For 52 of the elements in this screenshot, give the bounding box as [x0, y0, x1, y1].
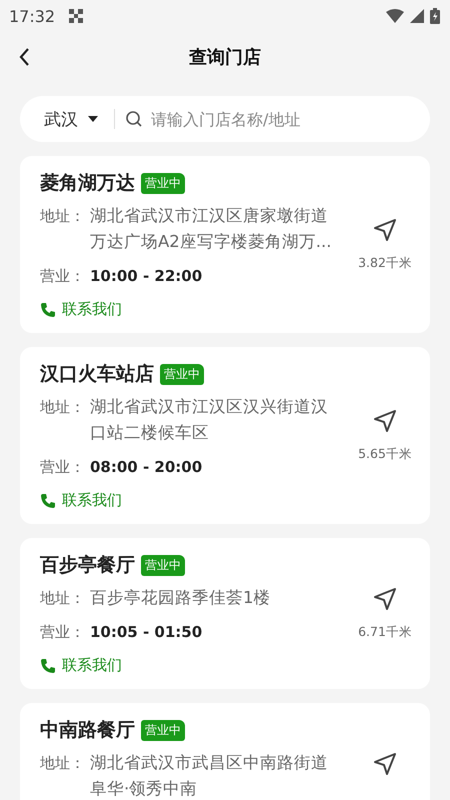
status-badge: 营业中 [141, 720, 185, 740]
phone-icon [40, 658, 56, 674]
address-label: 地址： [40, 397, 86, 418]
distance-text: 6.71千米 [358, 624, 412, 641]
hours-text: 10:05 - 01:50 [90, 622, 202, 643]
phone-icon [40, 302, 56, 318]
navigate-button[interactable] [372, 408, 398, 434]
navigate-button[interactable] [372, 751, 398, 777]
battery-icon [430, 8, 440, 24]
city-dropdown[interactable]: 武汉 [44, 108, 98, 130]
address-text: 万达广场A2座写字楼菱角湖万... [90, 231, 332, 253]
address-label: 地址： [40, 588, 86, 609]
phone-icon [40, 492, 56, 508]
store-card[interactable]: 菱角湖万达 营业中 地址： 湖北省武汉市江汉区唐家墩街道 万达广场A2座写字楼菱角湖万... 营业： 10:00 - 22:00 联系我们 3.82千米 [20, 156, 430, 333]
notification-icon [69, 9, 84, 23]
status-badge: 营业中 [141, 172, 185, 194]
search-icon [125, 110, 143, 128]
address-text: 口站二楼候车区 [90, 422, 210, 444]
hours-text: 10:00 - 22:00 [90, 266, 202, 287]
address-label: 地址： [40, 753, 86, 774]
hours-label: 营业： [40, 622, 86, 643]
contact-link[interactable]: 联系我们 [40, 656, 122, 675]
address-text: 百步亭花园路季佳荟1楼 [90, 587, 270, 609]
status-time: 17:32 [9, 6, 56, 26]
hours-label: 营业： [40, 457, 86, 478]
page-title: 查询门店 [189, 46, 261, 69]
navigate-button[interactable] [372, 586, 398, 612]
address-label: 地址： [40, 206, 86, 227]
status-badge: 营业中 [160, 364, 204, 384]
store-card[interactable]: 汉口火车站店 营业中 地址： 湖北省武汉市江汉区汉兴街道汉 口站二楼候车区 营业： 08:00 - 20:00 联系我们 5.65千米 [20, 347, 430, 524]
caret-icon [88, 116, 98, 122]
signal-icon [410, 9, 424, 23]
address-text: 湖北省武汉市江汉区汉兴街道汉 [90, 396, 328, 418]
hours-label: 营业： [40, 266, 86, 287]
store-name: 菱角湖万达 [40, 171, 135, 196]
status-badge: 营业中 [141, 554, 185, 576]
navigate-button[interactable] [372, 217, 398, 243]
contact-link[interactable]: 联系我们 [40, 300, 122, 319]
hours-text: 08:00 - 20:00 [90, 457, 202, 478]
address-text: 湖北省武汉市武昌区中南路街道 [90, 752, 328, 774]
address-text: 湖北省武汉市江汉区唐家墩街道 [90, 205, 329, 227]
store-name: 汉口火车站店 [40, 362, 154, 387]
wifi-icon [386, 9, 404, 23]
store-card[interactable]: 中南路餐厅 营业中 地址： 湖北省武汉市武昌区中南路街道 阜华·领秀中南 [20, 703, 430, 800]
store-name: 中南路餐厅 [40, 718, 135, 743]
store-card[interactable]: 百步亭餐厅 营业中 地址： 百步亭花园路季佳荟1楼 营业： 10:05 - 01:50 联系我们 6.71千米 [20, 538, 430, 689]
search-field[interactable]: 武汉 请输入门店名称/地址 [20, 96, 430, 142]
distance-text: 5.65千米 [358, 446, 412, 463]
address-text: 阜华·领秀中南 [90, 778, 198, 800]
distance-text: 3.82千米 [358, 255, 412, 272]
contact-link[interactable]: 联系我们 [40, 491, 122, 510]
store-name: 百步亭餐厅 [40, 553, 135, 578]
